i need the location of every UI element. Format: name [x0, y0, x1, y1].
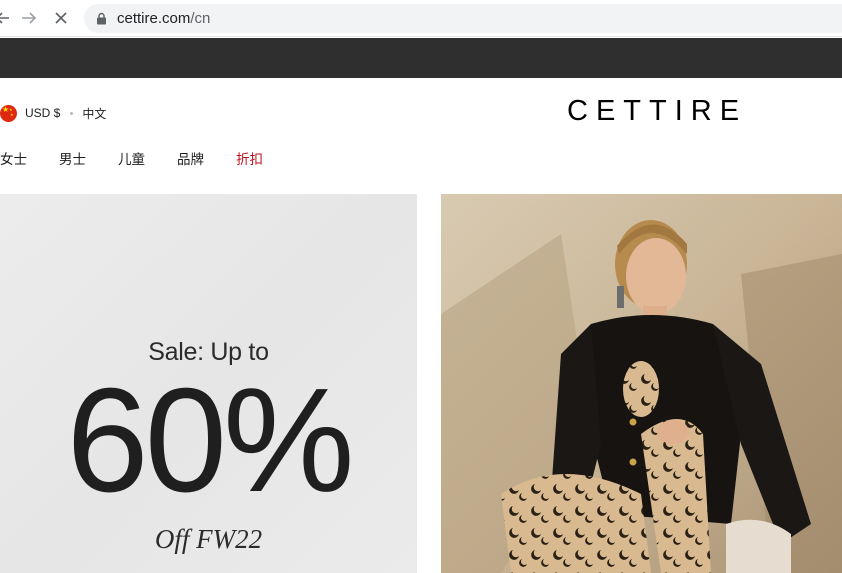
sale-season: Off FW22: [154, 524, 263, 554]
nav-item-sale[interactable]: 折扣: [236, 148, 263, 168]
hero-model-photo[interactable]: [441, 194, 842, 573]
url-domain: cettire.com: [117, 10, 191, 27]
sale-banner[interactable]: Sale: Up to 60% Off FW22: [0, 194, 417, 573]
main-nav: 女士 男士 儿童 品牌 折扣: [0, 148, 295, 168]
language-label: 中文: [82, 106, 107, 121]
url-text[interactable]: cettire.com/cn: [117, 10, 210, 27]
nav-item-women[interactable]: 女士: [0, 148, 27, 168]
address-bar[interactable]: cettire.com/cn: [84, 4, 842, 33]
back-arrow-icon[interactable]: [0, 7, 14, 29]
lock-icon[interactable]: [96, 12, 107, 30]
url-path: /cn: [190, 10, 211, 27]
forward-arrow-icon[interactable]: [18, 7, 40, 29]
china-flag-icon: ★ ★ ★: [0, 104, 17, 122]
promo-strip: [0, 38, 842, 78]
locale-selector[interactable]: ★ ★ ★ USD $ 中文: [0, 102, 106, 124]
nav-item-men[interactable]: 男士: [59, 148, 86, 168]
nav-item-brands[interactable]: 品牌: [177, 148, 204, 168]
sale-percent: 60%: [66, 358, 354, 523]
browser-toolbar: cettire.com/cn: [0, 0, 842, 37]
currency-label: USD $: [25, 106, 61, 120]
site-logo[interactable]: CETTIRE: [567, 95, 747, 128]
separator-dot: [70, 111, 74, 115]
model-illustration: [441, 194, 842, 573]
stop-loading-icon[interactable]: [50, 7, 72, 29]
nav-item-kids[interactable]: 儿童: [118, 148, 145, 168]
